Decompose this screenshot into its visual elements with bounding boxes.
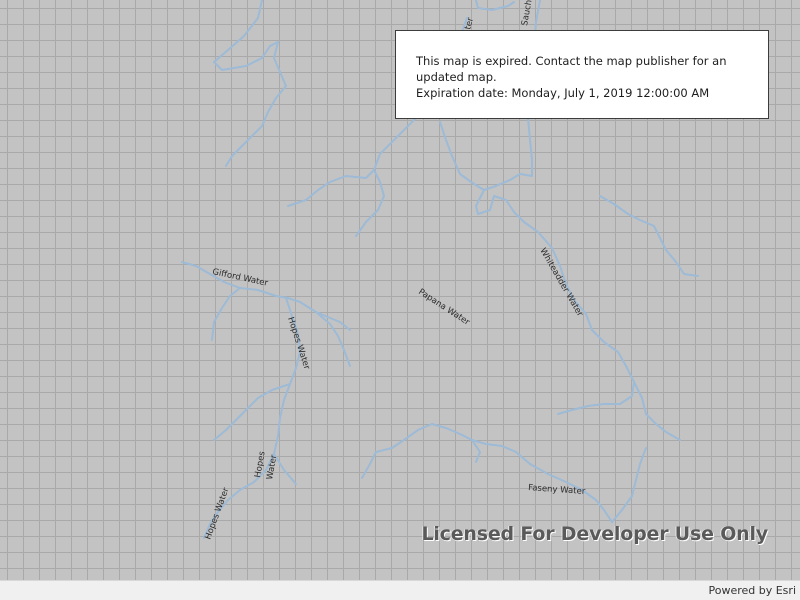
label-gifford-water: Gifford Water [211,267,269,289]
river-faseny-trib [471,439,481,463]
river-faseny [361,423,613,523]
label-sauchet-partial: Sauche [520,0,535,27]
river-nw [213,0,287,167]
label-hopes-water-lower: Hopes Water [203,486,231,541]
map-expired-notice: This map is expired. Contact the map pub… [395,30,769,119]
label-hopes-water-upper: Hopes Water [285,316,312,371]
attribution-bar: Powered by Esri [0,580,800,600]
label-faseny-water: Faseny Water [528,483,586,497]
label-hopes-water-middle-line2: Water [265,454,279,481]
river-top-center [475,0,515,11]
expired-message: This map is expired. Contact the map pub… [416,54,727,84]
expiration-date: Expiration date: Monday, July 1, 2019 12… [416,86,710,100]
river-east [599,195,699,277]
river-mid-center-2 [483,173,533,191]
label-water-partial-top: ter [463,16,476,31]
river-gifford-trib [211,287,241,341]
developer-license-watermark: Licensed For Developer Use Only [421,523,768,545]
river-faseny-trib-2 [611,447,647,523]
river-mid-west [287,169,385,237]
label-whiteadder-water: Whiteadder Water [537,247,585,319]
river-whiteadder-lower [557,329,635,415]
map-view[interactable]: Gifford Water Hopes Water Papana Water W… [0,0,800,580]
label-papana-water: Papana Water [416,287,471,328]
powered-by-esri-link[interactable]: Powered by Esri [708,584,796,597]
river-east-lower [633,381,681,441]
